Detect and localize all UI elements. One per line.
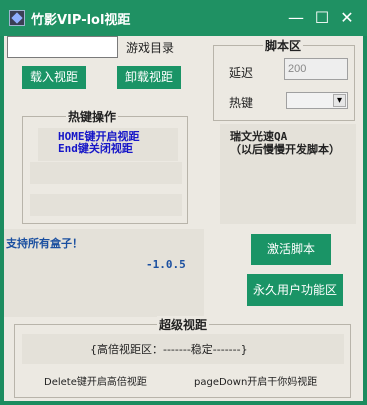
app-icon: [9, 10, 25, 26]
close-button[interactable]: ✕: [335, 6, 359, 30]
app-window: 竹影VIP-lol视距 — ☐ ✕ 游戏目录 载入视距 卸载视距 脚本区 延迟 …: [0, 0, 367, 405]
minimize-button[interactable]: —: [284, 6, 308, 30]
delay-input[interactable]: [284, 58, 348, 80]
hotkey-label: 热键: [229, 96, 254, 110]
hotkey-field-1: [30, 162, 182, 184]
info-line-2: （以后慢慢开发脚本）: [230, 143, 340, 156]
hotkey-select-value: [288, 93, 330, 108]
permanent-user-button[interactable]: 永久用户功能区: [247, 274, 343, 306]
version-text: -1.0.5: [146, 258, 186, 271]
window-title: 竹影VIP-lol视距: [31, 13, 131, 28]
support-text: 支持所有盒子！: [6, 237, 83, 250]
hotkey-line-home: HOME键开启视距: [58, 130, 140, 143]
pagedown-hint: pageDown开启干你妈视距: [194, 377, 318, 388]
activate-script-button[interactable]: 激活脚本: [251, 234, 331, 265]
hotkey-line-end: End键关闭视距: [58, 142, 133, 155]
delay-label: 延迟: [229, 66, 254, 80]
super-status-text: {高倍视距区：-------稳定-------}: [90, 343, 248, 356]
title-bar: 竹影VIP-lol视距 — ☐ ✕: [0, 0, 367, 36]
hotkey-group-title: 热键操作: [66, 108, 119, 125]
hotkey-select[interactable]: ▾: [286, 92, 348, 109]
game-dir-label: 游戏目录: [126, 41, 175, 55]
super-group-title: 超级视距: [157, 316, 210, 333]
hotkey-field-2: [30, 194, 182, 216]
load-button[interactable]: 载入视距: [22, 66, 86, 89]
script-group-title: 脚本区: [263, 37, 304, 54]
delete-hint: Delete键开启高倍视距: [44, 377, 147, 388]
client-area: 游戏目录 载入视距 卸载视距 脚本区 延迟 热键 ▾ 热键操作 HOME键开启视…: [4, 36, 363, 401]
unload-button[interactable]: 卸载视距: [117, 66, 181, 89]
maximize-button[interactable]: ☐: [310, 6, 334, 30]
chevron-down-icon: ▾: [333, 94, 346, 107]
game-dir-input[interactable]: [7, 36, 118, 58]
